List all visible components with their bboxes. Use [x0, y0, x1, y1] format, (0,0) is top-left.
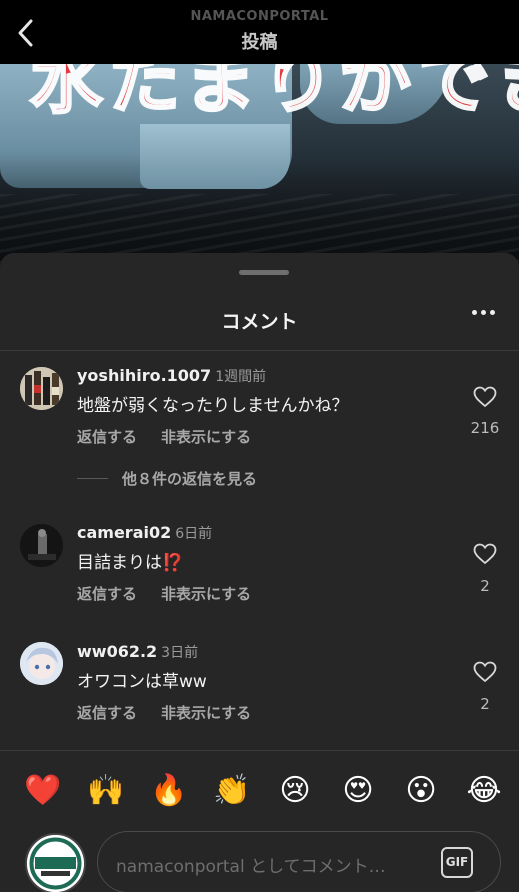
divider — [0, 350, 519, 351]
avatar[interactable] — [20, 524, 63, 567]
emoji-reaction[interactable]: 😢 — [274, 771, 316, 811]
comment-text: オワコンは草ww — [77, 672, 207, 692]
heart-icon[interactable] — [473, 661, 497, 683]
hide-button[interactable]: 非表示にする — [161, 585, 251, 603]
avatar[interactable] — [20, 642, 63, 685]
comment-time: 6日前 — [175, 526, 213, 542]
avatar[interactable] — [20, 367, 63, 410]
gif-button[interactable]: GIF — [441, 847, 473, 878]
emoji-reaction[interactable]: 👏 — [211, 771, 253, 811]
reply-button[interactable]: 返信する — [77, 585, 137, 603]
view-replies-label: 他８件の返信を見る — [122, 470, 258, 488]
reply-button[interactable]: 返信する — [77, 704, 137, 722]
more-options-icon[interactable] — [472, 310, 495, 315]
hide-button[interactable]: 非表示にする — [161, 704, 251, 722]
comment-username[interactable]: ww062.2 3日前 — [77, 642, 198, 662]
emoji-reaction[interactable]: 🔥 — [148, 771, 190, 811]
hide-button[interactable]: 非表示にする — [161, 428, 251, 446]
video-overlay-text: 水たまりができる — [28, 64, 519, 125]
sheet-title: コメント — [221, 311, 298, 333]
comment-username[interactable]: camerai02 6日前 — [77, 523, 212, 543]
post-video[interactable]: 水たまりができる — [0, 64, 519, 264]
comment-actions: 返信する 非表示にする — [77, 702, 251, 723]
top-header: NAMACONPORTAL 投稿 — [0, 0, 519, 64]
comment-time: 3日前 — [161, 645, 199, 661]
emoji-reaction[interactable]: 🙌 — [85, 771, 127, 811]
heart-icon[interactable] — [473, 386, 497, 408]
comment-input-placeholder: namaconportal としてコメント… — [116, 857, 386, 877]
comment-time: 1週間前 — [215, 369, 267, 385]
view-replies-button[interactable]: 他８件の返信を見る — [77, 468, 257, 489]
divider — [0, 750, 519, 751]
emoji-reaction[interactable]: 😍 — [337, 771, 379, 811]
like-count: 2 — [480, 577, 490, 595]
comment-actions: 返信する 非表示にする — [77, 583, 251, 604]
heart-icon[interactable] — [473, 543, 497, 565]
comment-input[interactable]: namaconportal としてコメント… GIF — [97, 831, 501, 892]
comment-username[interactable]: yoshihiro.1007 1週間前 — [77, 366, 266, 386]
sheet-grab-handle[interactable] — [239, 270, 289, 275]
comments-sheet: コメント yoshihiro.1007 1週間前 地盤が弱くなったりしませんかね？… — [0, 253, 519, 892]
comment-text: 地盤が弱くなったりしませんかね？ — [77, 396, 349, 416]
emoji-reaction[interactable]: 😮 — [400, 771, 442, 811]
emoji-reaction[interactable]: ❤️ — [22, 771, 64, 811]
emoji-reaction-bar: ❤️ 🙌 🔥 👏 😢 😍 😮 😂 — [0, 771, 519, 815]
emoji-reaction[interactable]: 😂 — [463, 771, 505, 811]
reply-button[interactable]: 返信する — [77, 428, 137, 446]
comment-text: 目詰まりは⁉️ — [77, 553, 184, 573]
video-shoe — [140, 124, 290, 189]
avatar[interactable] — [25, 833, 86, 892]
header-username[interactable]: NAMACONPORTAL — [0, 9, 519, 24]
comment-actions: 返信する 非表示にする — [77, 426, 251, 447]
like-count: 2 — [480, 695, 490, 713]
like-count: 216 — [470, 419, 500, 437]
page-title: 投稿 — [241, 32, 278, 53]
